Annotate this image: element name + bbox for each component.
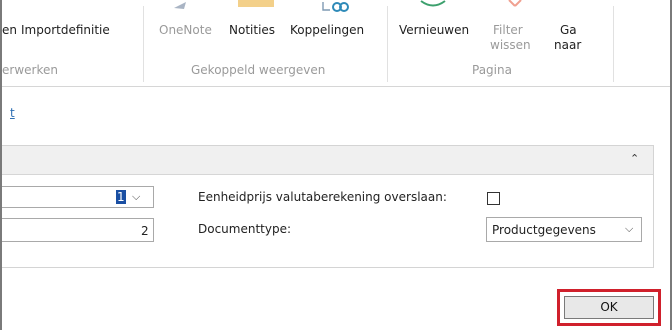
options-section: ⌃ 1 ⌵ 2 Eenheidprijs valutaberekening ov… (2, 145, 654, 268)
ribbon-group-label-gekoppeld-weergeven: Gekoppeld weergeven (191, 63, 326, 77)
ribbon-button-importdefinitie[interactable]: Importdefinitie (21, 23, 110, 37)
ribbon-separator (387, 6, 388, 82)
document-type-select[interactable]: Productgegevens ⌵ (486, 217, 642, 242)
ok-button[interactable]: OK (564, 296, 654, 319)
exchange-rate-skip-label: Eenheidprijs valutaberekening overslaan: (198, 190, 447, 204)
link-fragment[interactable]: t (10, 106, 15, 120)
ribbon-button-notities[interactable]: Notities (229, 23, 275, 37)
chevron-up-icon[interactable]: ⌃ (630, 152, 639, 165)
option-combo-1-value: 1 (116, 190, 126, 204)
ribbon: en Importdefinitie erwerken OneNote Noti… (2, 0, 670, 87)
ribbon-button-wissen[interactable]: wissen (490, 38, 531, 52)
ribbon-button-koppelingen[interactable]: Koppelingen (290, 23, 364, 37)
ribbon-group-label-verwerken: erwerken (2, 63, 58, 77)
document-type-label: Documenttype: (198, 222, 292, 236)
option-input-2-value: 2 (141, 224, 149, 238)
refresh-icon (420, 0, 446, 7)
ribbon-button-filter[interactable]: Filter (493, 23, 523, 37)
chevron-down-icon[interactable]: ⌵ (625, 222, 633, 236)
exchange-rate-skip-checkbox[interactable] (487, 192, 500, 205)
notes-icon (238, 0, 274, 7)
ribbon-group-label-pagina: Pagina (472, 63, 512, 77)
option-input-2[interactable]: 2 (2, 218, 154, 242)
ribbon-button-naar[interactable]: naar (554, 38, 581, 52)
onenote-icon (174, 2, 186, 9)
ribbon-button-onenote[interactable]: OneNote (159, 23, 212, 37)
ribbon-button-ga[interactable]: Ga (560, 23, 577, 37)
ribbon-separator (143, 6, 144, 82)
clear-filter-icon (508, 0, 522, 7)
section-header[interactable]: ⌃ (2, 146, 653, 175)
ribbon-button-en[interactable]: en (2, 23, 17, 37)
chevron-down-icon[interactable]: ⌵ (132, 190, 140, 204)
document-type-value: Productgegevens (492, 223, 596, 237)
ribbon-button-vernieuwen[interactable]: Vernieuwen (399, 23, 469, 37)
ok-button-highlight: OK (557, 289, 661, 326)
option-combo-1[interactable]: 1 ⌵ (2, 186, 154, 208)
ribbon-separator (613, 6, 614, 82)
links-icon (322, 2, 349, 12)
